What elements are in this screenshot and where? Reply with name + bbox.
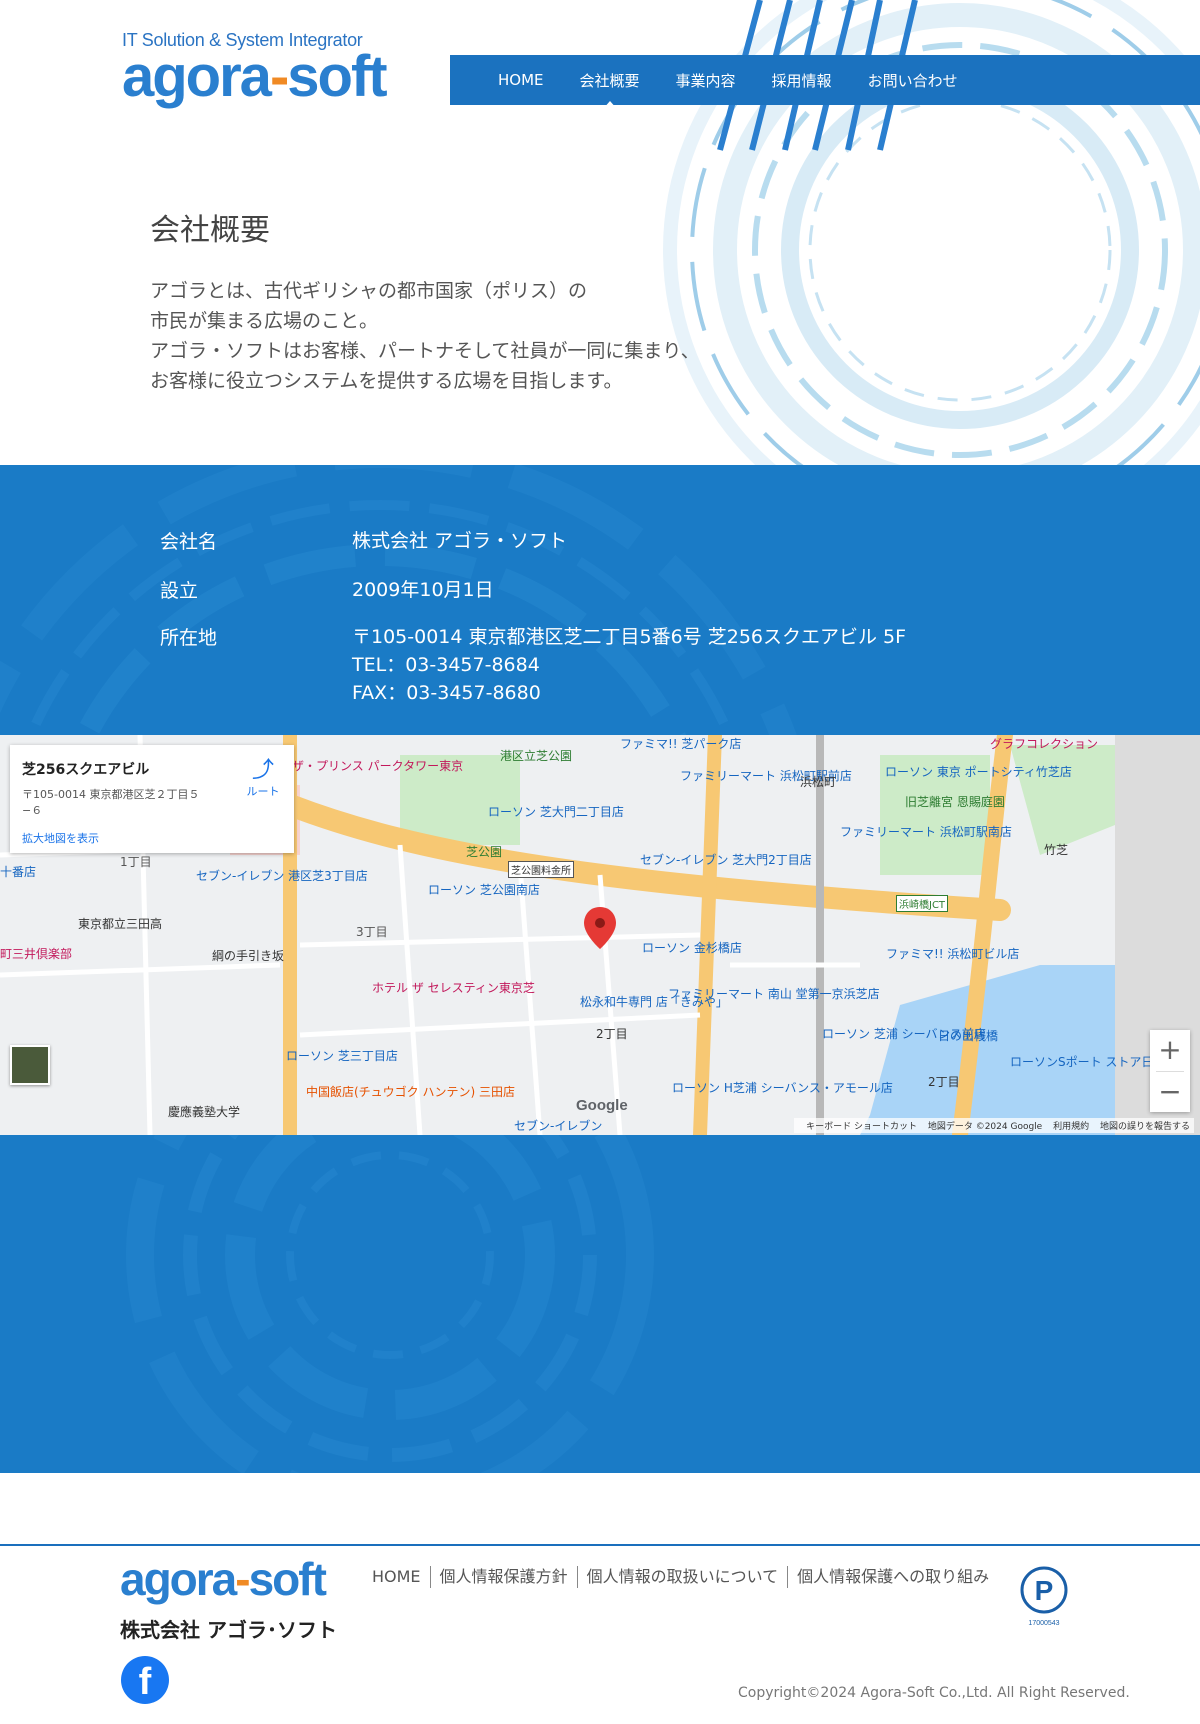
info-value: 株式会社 アゴラ・ソフト (352, 530, 568, 552)
map-label: 浜崎橋JCT (896, 895, 949, 912)
logo-wordmark: agora-soft (122, 44, 388, 109)
info-row-founded: 設立 2009年10月1日 (160, 576, 494, 604)
map-label: ローソン 芝公園南店 (428, 883, 540, 897)
map-label: 港区立芝公園 (500, 749, 573, 763)
directions-label: ルート (246, 785, 280, 798)
map-label: ザ・プリンス パークタワー東京 (292, 759, 464, 773)
site-logo[interactable]: IT Solution & System Integrator agora-so… (122, 30, 388, 109)
info-value-fax: FAX：03-3457-8680 (352, 682, 541, 704)
terms-link[interactable]: 利用規約 (1053, 1122, 1089, 1132)
copyright: Copyright©2024 Agora-Soft Co.,Ltd. All R… (738, 1685, 1130, 1701)
directions-button[interactable]: ⤴ ルート (238, 759, 288, 799)
map-label: ホテル ザ セレスティン東京芝 (372, 981, 535, 995)
map-label: グラフコレクション (990, 737, 1099, 751)
svg-text:17000543: 17000543 (1028, 1620, 1059, 1627)
info-label: 所在地 (160, 627, 218, 649)
place-address: 〒105-0014 東京都港区芝２丁目５−６ (22, 788, 200, 817)
map-label: 日の出桟橋 (938, 1029, 999, 1043)
map-attribution: キーボード ショートカット 地図データ ©2024 Google 利用規約 地図… (794, 1118, 1194, 1133)
map-label: 綱の手引き坂 (212, 949, 285, 963)
map-label: ローソン 芝大門二丁目店 (488, 805, 624, 819)
info-label: 会社名 (160, 531, 218, 553)
intro-line: お客様に役立つシステムを提供する広場を目指します。 (150, 370, 623, 392)
intro-line: アゴラとは、古代ギリシャの都市国家（ポリス）の (150, 280, 588, 302)
zoom-out-button[interactable]: − (1150, 1072, 1190, 1113)
map-label: 芝公園料金所 (508, 861, 574, 878)
satellite-toggle[interactable] (10, 1045, 50, 1085)
zoom-in-button[interactable]: + (1150, 1030, 1190, 1071)
map-label: セブン-イレブン (514, 1119, 603, 1133)
map-label: 芝公園 (466, 845, 503, 859)
footer-logo[interactable]: agora-soft (120, 1556, 327, 1602)
map-label: ファミマ!! 芝パーク店 (620, 737, 742, 751)
map-label: 町三井倶楽部 (0, 947, 73, 961)
map-label: 慶應義塾大学 (168, 1105, 241, 1119)
info-row-address: 所在地 〒105-0014 東京都港区芝二丁目5番6号 芝256スクエアビル 5… (160, 623, 906, 707)
map-label: ローソン 芝三丁目店 (286, 1049, 398, 1063)
zoom-controls: + − (1150, 1030, 1190, 1112)
map-data-text: 地図データ ©2024 Google (927, 1122, 1043, 1132)
page-title: 会社概要 (150, 213, 270, 248)
nav-contact[interactable]: お問い合わせ (868, 70, 958, 91)
main-nav: HOME 会社概要 事業内容 採用情報 お問い合わせ (450, 55, 1200, 109)
view-larger-map-link[interactable]: 拡大地図を表示 (22, 830, 99, 846)
map-label: 2丁目 (928, 1075, 960, 1089)
directions-icon: ⤴ (251, 758, 274, 783)
map-label: 3丁目 (356, 925, 388, 939)
google-map[interactable]: 港区立芝公園 ザ・プリンス パークタワー東京 ファミマ!! 芝パーク店 グラフコ… (0, 735, 1200, 1135)
footer-nav: HOME 個人情報保護方針 個人情報の取扱いについて 個人情報保護への取り組み (372, 1566, 998, 1588)
map-label: ファミリーマート 浜松町駅南店 (840, 825, 1012, 839)
decorative-rings-lower (126, 1135, 654, 1473)
map-label: 十番店 (0, 865, 37, 879)
map-label: 中国飯店(チュウゴク ハンテン) 三田店 (306, 1085, 515, 1099)
company-info-section: 会社名 株式会社 アゴラ・ソフト 設立 2009年10月1日 所在地 〒105-… (0, 465, 1200, 735)
map-label: 1丁目 (120, 855, 152, 869)
map-label: セブン-イレブン 港区芝3丁目店 (196, 869, 368, 883)
nav-home[interactable]: HOME (498, 71, 544, 89)
footer-company-name: 株式会社 アゴラ･ソフト (120, 1618, 337, 1642)
map-label: 竹芝 (1044, 843, 1069, 857)
footer-link-personal-info-handling[interactable]: 個人情報の取扱いについて (576, 1566, 788, 1588)
nav-business[interactable]: 事業内容 (676, 70, 736, 91)
google-logo: Google (576, 1097, 628, 1114)
facebook-icon[interactable]: f (121, 1656, 169, 1704)
privacy-mark-icon[interactable]: P 17000543 (1012, 1560, 1076, 1628)
nav-recruit[interactable]: 採用情報 (772, 70, 832, 91)
map-label: ローソン 金杉橋店 (642, 941, 742, 955)
map-label: 2丁目 (596, 1027, 628, 1041)
map-place-card: 芝256スクエアビル 〒105-0014 東京都港区芝２丁目５−６ 拡大地図を表… (10, 745, 294, 853)
info-value-address: 〒105-0014 東京都港区芝二丁目5番6号 芝256スクエアビル 5F (352, 626, 907, 648)
map-label: ファミマ!! 浜松町ビル店 (886, 947, 1020, 961)
intro-line: アゴラ・ソフトはお客様、パートナそして社員が一同に集まり、 (150, 340, 700, 362)
map-label: ローソン H芝浦 シーバンス・アモール店 (672, 1081, 893, 1095)
footer-link-privacy-policy[interactable]: 個人情報保護方針 (429, 1566, 577, 1588)
map-label: セブン-イレブン 芝大門2丁目店 (640, 853, 812, 867)
footer-link-home[interactable]: HOME (372, 1566, 430, 1588)
footer-divider (0, 1544, 1200, 1546)
map-label: ファミリーマート 南山 堂第一京浜芝店 (668, 987, 880, 1001)
map-label: 浜松町 (800, 775, 837, 789)
info-row-name: 会社名 株式会社 アゴラ・ソフト (160, 527, 567, 555)
info-value-tel: TEL：03-3457-8684 (352, 654, 540, 676)
svg-text:P: P (1035, 1575, 1054, 1606)
intro-text: アゴラとは、古代ギリシャの都市国家（ポリス）の 市民が集まる広場のこと。 アゴラ… (150, 276, 700, 396)
footer-link-privacy-initiatives[interactable]: 個人情報保護への取り組み (787, 1566, 998, 1588)
map-label: ローソン 東京 ポートシティ竹芝店 (885, 765, 1072, 779)
map-label: 東京都立三田高 (78, 917, 163, 931)
report-error-link[interactable]: 地図の誤りを報告する (1100, 1122, 1190, 1132)
info-value: 2009年10月1日 (352, 579, 494, 601)
decorative-band (0, 1135, 1200, 1473)
keyboard-shortcuts-link[interactable]: キーボード ショートカット (806, 1122, 917, 1132)
map-label: 旧芝離宮 恩賜庭園 (905, 795, 1005, 809)
info-label: 設立 (160, 580, 199, 602)
nav-company[interactable]: 会社概要 (580, 70, 640, 109)
intro-line: 市民が集まる広場のこと。 (150, 310, 379, 332)
place-title: 芝256スクエアビル (22, 762, 150, 778)
